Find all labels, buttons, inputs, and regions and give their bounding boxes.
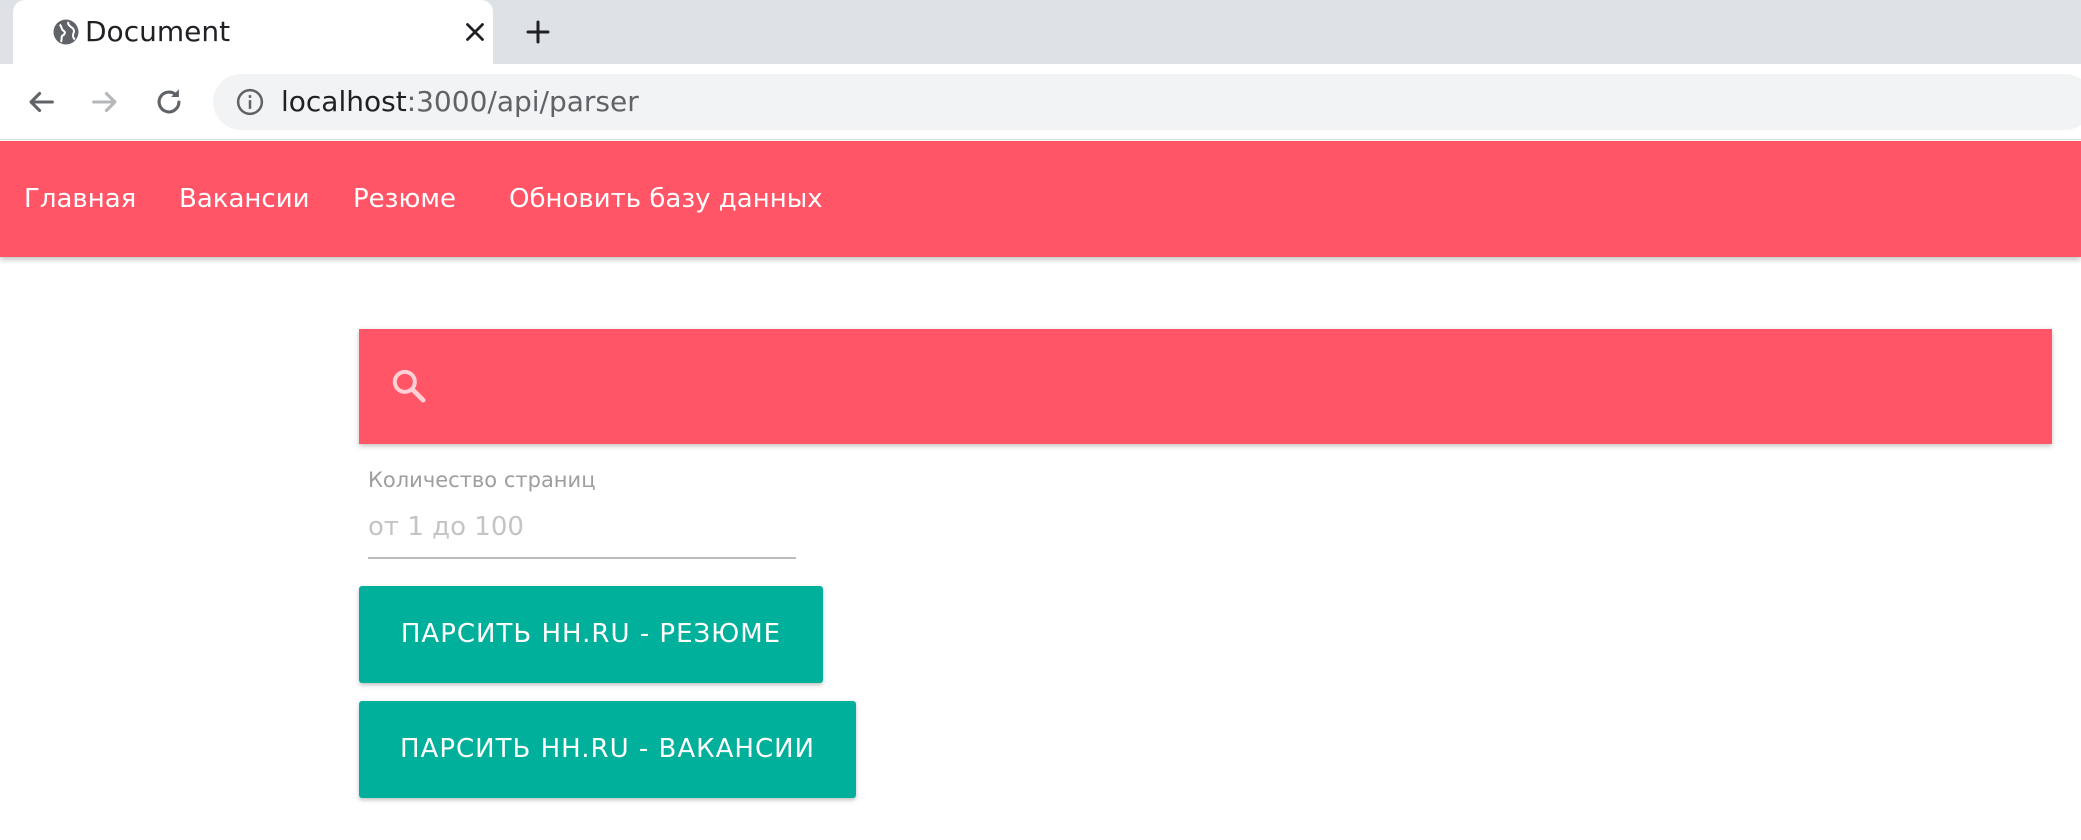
search-input[interactable]	[454, 351, 2014, 421]
pages-count-label: Количество страниц	[368, 468, 596, 492]
search-icon	[389, 366, 429, 406]
info-icon[interactable]	[235, 87, 265, 117]
nav-link-update-database[interactable]: Обновить базу данных	[509, 181, 823, 217]
plus-icon[interactable]	[523, 17, 553, 47]
parse-resumes-button[interactable]: ПАРСИТЬ HH.RU - РЕЗЮМЕ	[359, 586, 823, 683]
browser-toolbar: localhost:3000/api/parser	[0, 64, 2081, 140]
tab-title: Document	[85, 15, 231, 48]
parse-vacancies-button[interactable]: ПАРСИТЬ HH.RU - ВАКАНСИИ	[359, 701, 856, 798]
close-icon[interactable]	[460, 17, 490, 47]
url-host: localhost	[281, 85, 407, 118]
nav-link-home[interactable]: Главная	[24, 181, 136, 217]
top-navbar: Главная Вакансии Резюме Обновить базу да…	[0, 141, 2081, 257]
search-bar	[359, 329, 2052, 444]
pages-count-input[interactable]	[368, 497, 796, 559]
nav-link-resumes[interactable]: Резюме	[353, 181, 456, 217]
nav-link-vacancies[interactable]: Вакансии	[179, 181, 310, 217]
url-path: :3000/api/parser	[406, 85, 639, 118]
browser-tab[interactable]: Document	[13, 0, 493, 64]
address-url[interactable]: localhost:3000/api/parser	[281, 84, 639, 120]
arrow-right-icon[interactable]	[88, 85, 122, 119]
globe-icon	[51, 17, 81, 47]
address-bar[interactable]: localhost:3000/api/parser	[213, 74, 2081, 130]
arrow-left-icon[interactable]	[24, 85, 58, 119]
reload-icon[interactable]	[152, 85, 186, 119]
browser-tabstrip: Document	[0, 0, 2081, 64]
